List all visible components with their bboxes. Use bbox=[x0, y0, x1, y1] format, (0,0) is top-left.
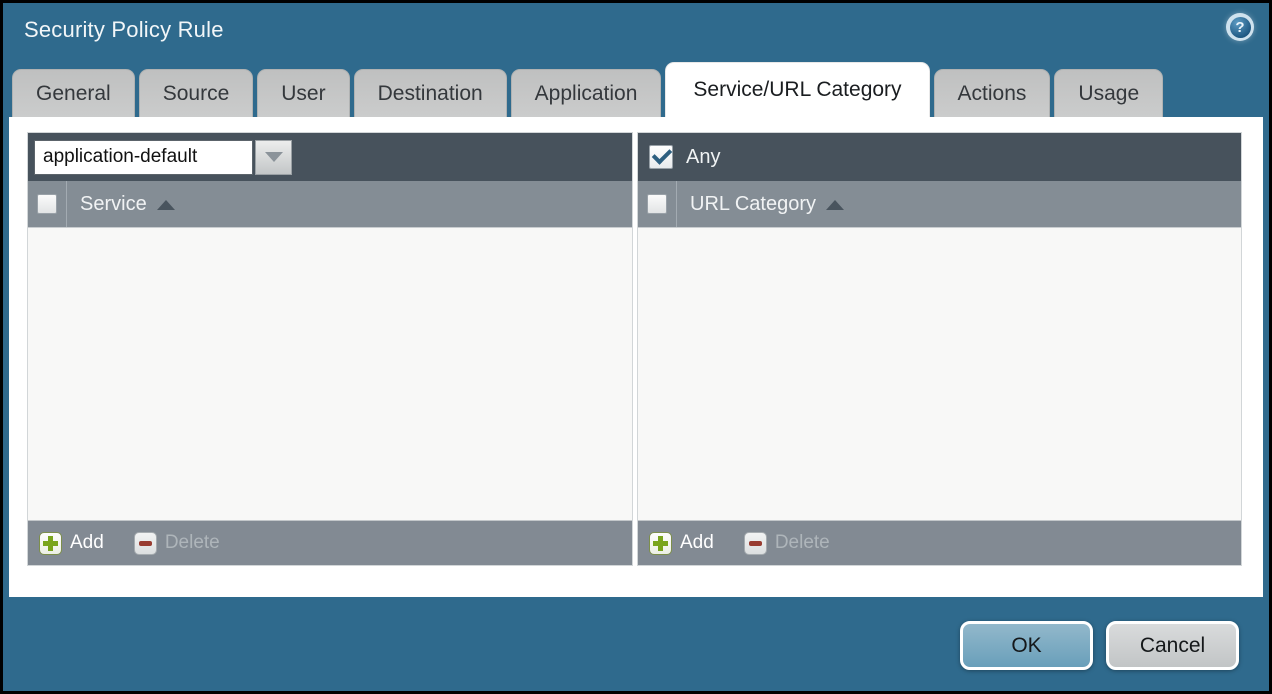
service-column-header: Service bbox=[28, 181, 632, 228]
plus-icon bbox=[649, 532, 672, 555]
url-category-delete-label: Delete bbox=[775, 532, 830, 554]
service-panel-footer: Add Delete bbox=[28, 520, 632, 565]
tab-general[interactable]: General bbox=[12, 69, 135, 117]
url-category-column-label: URL Category bbox=[690, 193, 816, 216]
url-category-add-label: Add bbox=[680, 532, 714, 554]
service-add-button[interactable]: Add bbox=[39, 532, 104, 555]
tab-service-url-category[interactable]: Service/URL Category bbox=[665, 62, 929, 117]
any-label: Any bbox=[686, 146, 720, 169]
service-panel: Service Add Delete bbox=[27, 132, 633, 566]
plus-icon bbox=[39, 532, 62, 555]
service-panel-header bbox=[28, 133, 632, 181]
service-select-all-checkbox[interactable] bbox=[37, 194, 57, 214]
url-category-panel: Any URL Category Add Delete bbox=[637, 132, 1242, 566]
tab-user[interactable]: User bbox=[257, 69, 349, 117]
url-category-add-button[interactable]: Add bbox=[649, 532, 714, 555]
minus-icon bbox=[744, 532, 767, 555]
sort-ascending-icon bbox=[826, 200, 844, 210]
sort-ascending-icon bbox=[157, 200, 175, 210]
url-category-select-all-checkbox[interactable] bbox=[647, 194, 667, 214]
tab-usage[interactable]: Usage bbox=[1054, 69, 1163, 117]
service-add-label: Add bbox=[70, 532, 104, 554]
url-category-panel-footer: Add Delete bbox=[638, 520, 1241, 565]
service-type-dropdown-button[interactable] bbox=[255, 140, 292, 175]
service-list-body bbox=[28, 228, 632, 520]
help-button[interactable]: ? bbox=[1226, 13, 1254, 41]
minus-icon bbox=[134, 532, 157, 555]
service-column-label: Service bbox=[80, 193, 147, 216]
url-category-panel-header: Any bbox=[638, 133, 1241, 181]
service-delete-label: Delete bbox=[165, 532, 220, 554]
url-category-delete-button[interactable]: Delete bbox=[744, 532, 830, 555]
tab-source[interactable]: Source bbox=[139, 69, 254, 117]
dialog-title: Security Policy Rule bbox=[24, 17, 224, 43]
tab-destination[interactable]: Destination bbox=[354, 69, 507, 117]
tab-bar: General Source User Destination Applicat… bbox=[12, 62, 1163, 117]
ok-button[interactable]: OK bbox=[960, 621, 1093, 670]
tab-application[interactable]: Application bbox=[511, 69, 662, 117]
service-select-all-cell bbox=[28, 181, 67, 227]
chevron-down-icon bbox=[265, 152, 283, 162]
url-category-column-header: URL Category bbox=[638, 181, 1241, 228]
service-type-input[interactable] bbox=[34, 140, 253, 175]
service-delete-button[interactable]: Delete bbox=[134, 532, 220, 555]
service-column-sort[interactable]: Service bbox=[67, 193, 175, 216]
question-mark-icon: ? bbox=[1230, 17, 1251, 38]
security-policy-rule-dialog: Security Policy Rule ? General Source Us… bbox=[3, 3, 1269, 691]
any-checkbox[interactable] bbox=[649, 145, 673, 169]
url-category-column-sort[interactable]: URL Category bbox=[677, 193, 844, 216]
url-category-select-all-cell bbox=[638, 181, 677, 227]
tab-content-area: Service Add Delete Any bbox=[9, 117, 1263, 597]
cancel-button[interactable]: Cancel bbox=[1106, 621, 1239, 670]
tab-actions[interactable]: Actions bbox=[934, 69, 1051, 117]
url-category-list-body bbox=[638, 228, 1241, 520]
